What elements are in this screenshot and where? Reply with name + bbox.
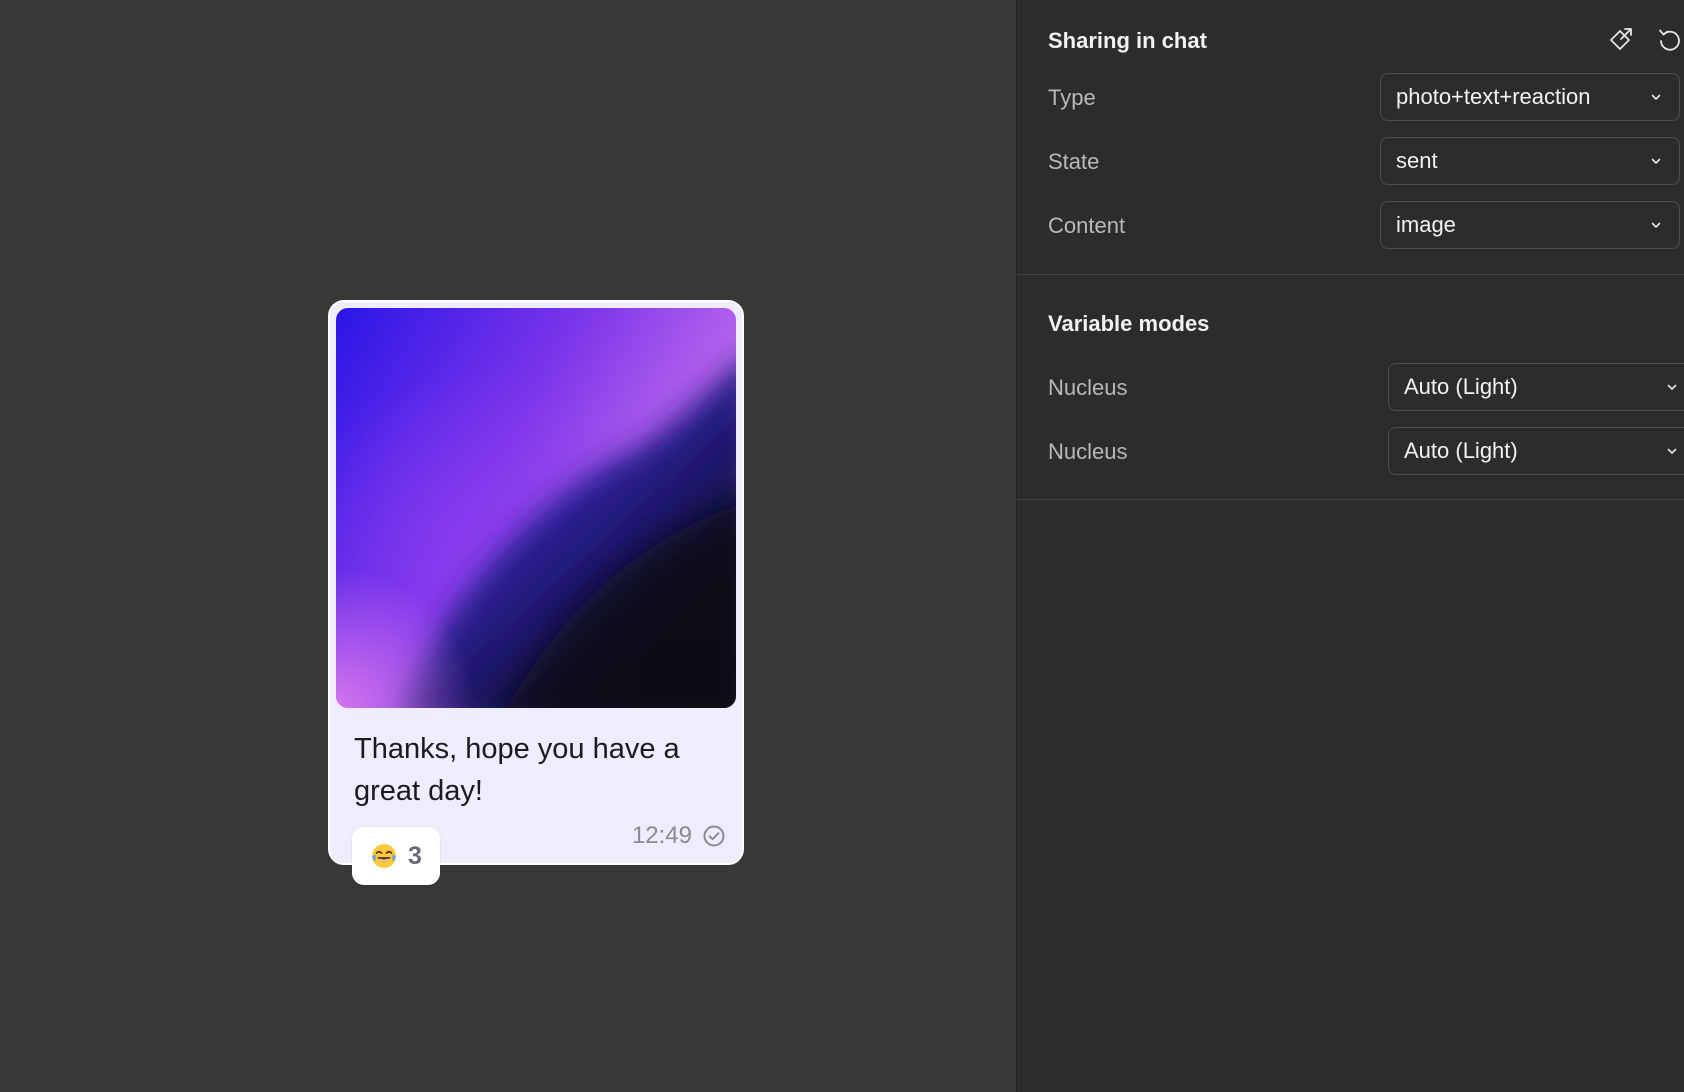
prop-row-state: State sent <box>1048 137 1684 185</box>
section-title-variable-modes: Variable modes <box>1048 311 1210 336</box>
prop-label-nucleus: Nucleus <box>1048 439 1128 464</box>
nucleus-mode-value: Auto (Light) <box>1404 438 1518 463</box>
reset-button[interactable] <box>1656 26 1684 54</box>
content-select[interactable]: image <box>1380 201 1680 249</box>
section-title-sharing: Sharing in chat <box>1048 28 1207 53</box>
properties-panel: Sharing in chat Type photo+text+reaction… <box>1016 0 1684 1092</box>
chevron-down-icon <box>1667 384 1677 390</box>
nucleus-mode-select-1[interactable]: Auto (Light) <box>1388 363 1684 411</box>
reaction-count: 3 <box>408 841 422 870</box>
tears-of-joy-emoji-icon <box>372 844 397 868</box>
message-meta: 12:49 <box>632 822 726 850</box>
message-text: Thanks, hope you have a great day! <box>354 733 680 807</box>
check-circle-icon <box>703 825 725 847</box>
go-to-component-icon <box>1610 28 1632 50</box>
reaction-chip[interactable]: 3 <box>352 827 440 885</box>
app-window: Thanks, hope you have a great day! 12:49 <box>0 0 1684 1092</box>
message-time: 12:49 <box>631 822 692 849</box>
prop-row-content: Content image <box>1048 201 1684 249</box>
chevron-down-icon <box>1667 448 1677 454</box>
prop-label-type: Type <box>1048 85 1096 110</box>
variable-modes-section: Variable modes Nucleus Auto (Light) Nucl… <box>1017 275 1684 500</box>
go-to-component-button[interactable] <box>1606 26 1634 54</box>
nucleus-mode-select-2[interactable]: Auto (Light) <box>1388 427 1684 475</box>
prop-label-content: Content <box>1048 213 1126 238</box>
message-photo[interactable] <box>336 308 736 708</box>
prop-row-nucleus-1: Nucleus Auto (Light) <box>1048 363 1684 411</box>
content-select-value: image <box>1396 212 1456 237</box>
prop-label-nucleus: Nucleus <box>1048 375 1128 400</box>
sharing-in-chat-section: Sharing in chat Type photo+text+reaction… <box>1017 0 1684 275</box>
chevron-down-icon <box>1651 158 1661 164</box>
state-select-value: sent <box>1396 148 1438 173</box>
design-canvas[interactable]: Thanks, hope you have a great day! 12:49 <box>0 0 1016 1092</box>
state-select[interactable]: sent <box>1380 137 1680 185</box>
chevron-down-icon <box>1651 222 1661 228</box>
prop-label-state: State <box>1048 149 1100 174</box>
nucleus-mode-value: Auto (Light) <box>1404 374 1518 399</box>
reset-icon <box>1659 29 1680 51</box>
section-header-actions <box>1606 26 1684 54</box>
type-select-value: photo+text+reaction <box>1396 84 1591 109</box>
type-select[interactable]: photo+text+reaction <box>1380 73 1680 121</box>
chat-message-bubble[interactable]: Thanks, hope you have a great day! 12:49 <box>328 300 744 885</box>
chevron-down-icon <box>1651 94 1661 100</box>
prop-row-type: Type photo+text+reaction <box>1048 73 1684 121</box>
gradient-photo-image <box>336 308 736 708</box>
prop-row-nucleus-2: Nucleus Auto (Light) <box>1048 427 1684 475</box>
